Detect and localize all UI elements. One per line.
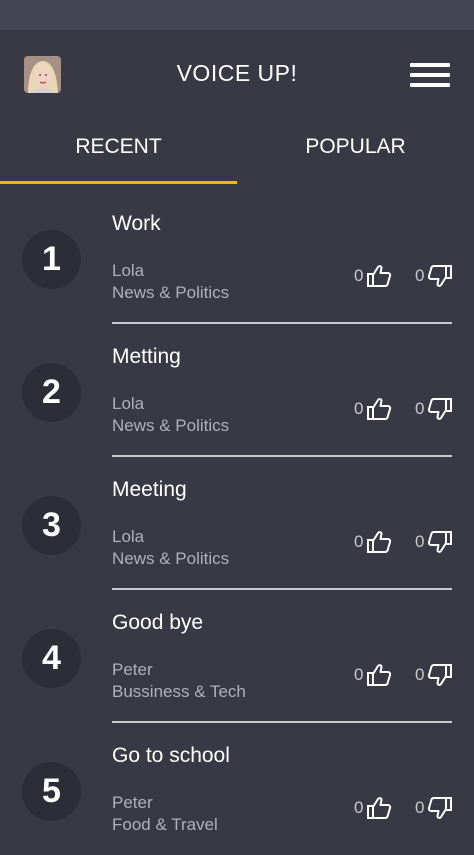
tab-bar: RECENT POPULAR <box>0 118 474 185</box>
dislike-button[interactable]: 0 <box>415 264 455 290</box>
thumbs-down-icon <box>427 797 452 819</box>
thumbs-up-icon <box>367 398 392 420</box>
thumbs-up-icon <box>367 664 392 686</box>
like-button[interactable]: 0 <box>354 663 394 689</box>
hamburger-menu-icon[interactable] <box>410 63 452 87</box>
item-category: News & Politics <box>112 283 230 302</box>
rank-badge: 3 <box>22 496 81 555</box>
list-item[interactable]: 5 Go to school Peter Food & Travel 0 0 <box>0 722 474 855</box>
item-category: News & Politics <box>112 416 230 435</box>
list-item[interactable]: 3 Meeting Lola News & Politics 0 0 <box>0 456 474 590</box>
dislike-count: 0 <box>415 532 425 551</box>
dislike-count: 0 <box>415 399 425 418</box>
item-title: Metting <box>112 345 181 368</box>
item-title: Work <box>112 212 161 235</box>
like-count: 0 <box>354 532 364 551</box>
status-bar <box>0 0 474 30</box>
thumbs-up-icon <box>367 531 392 553</box>
like-button[interactable]: 0 <box>354 397 394 423</box>
item-author: Lola <box>112 394 145 413</box>
dislike-button[interactable]: 0 <box>415 397 455 423</box>
item-author: Peter <box>112 793 153 812</box>
app-header: VOICE UP! <box>0 30 474 118</box>
active-tab-indicator <box>0 181 237 184</box>
tab-recent[interactable]: RECENT <box>0 118 237 182</box>
rank-badge: 4 <box>22 629 81 688</box>
thumbs-up-icon <box>367 265 392 287</box>
list-item[interactable]: 2 Metting Lola News & Politics 0 0 <box>0 323 474 457</box>
item-category: News & Politics <box>112 549 230 568</box>
item-category: Food & Travel <box>112 815 218 834</box>
like-count: 0 <box>354 798 364 817</box>
dislike-count: 0 <box>415 798 425 817</box>
dislike-button[interactable]: 0 <box>415 796 455 822</box>
dislike-count: 0 <box>415 665 425 684</box>
thumbs-down-icon <box>427 664 452 686</box>
rank-badge: 2 <box>22 363 81 422</box>
item-author: Peter <box>112 660 153 679</box>
tab-popular[interactable]: POPULAR <box>237 118 474 182</box>
list-item[interactable]: 1 Work Lola News & Politics 0 0 <box>0 190 474 324</box>
rank-badge: 5 <box>22 762 81 821</box>
item-title: Good bye <box>112 611 204 634</box>
item-category: Bussiness & Tech <box>112 682 246 701</box>
dislike-button[interactable]: 0 <box>415 663 455 689</box>
rank-badge: 1 <box>22 230 81 289</box>
item-author: Lola <box>112 527 145 546</box>
like-count: 0 <box>354 266 364 285</box>
list-item[interactable]: 4 Good bye Peter Bussiness & Tech 0 0 <box>0 589 474 723</box>
thumbs-up-icon <box>367 797 392 819</box>
like-button[interactable]: 0 <box>354 796 394 822</box>
thumbs-down-icon <box>427 265 452 287</box>
thumbs-down-icon <box>427 531 452 553</box>
app-title: VOICE UP! <box>176 60 298 86</box>
like-button[interactable]: 0 <box>354 264 394 290</box>
like-count: 0 <box>354 665 364 684</box>
item-author: Lola <box>112 261 145 280</box>
like-button[interactable]: 0 <box>354 530 394 556</box>
thumbs-down-icon <box>427 398 452 420</box>
item-title: Go to school <box>112 744 230 767</box>
dislike-count: 0 <box>415 266 425 285</box>
dislike-button[interactable]: 0 <box>415 530 455 556</box>
like-count: 0 <box>354 399 364 418</box>
item-title: Meeting <box>112 478 187 501</box>
